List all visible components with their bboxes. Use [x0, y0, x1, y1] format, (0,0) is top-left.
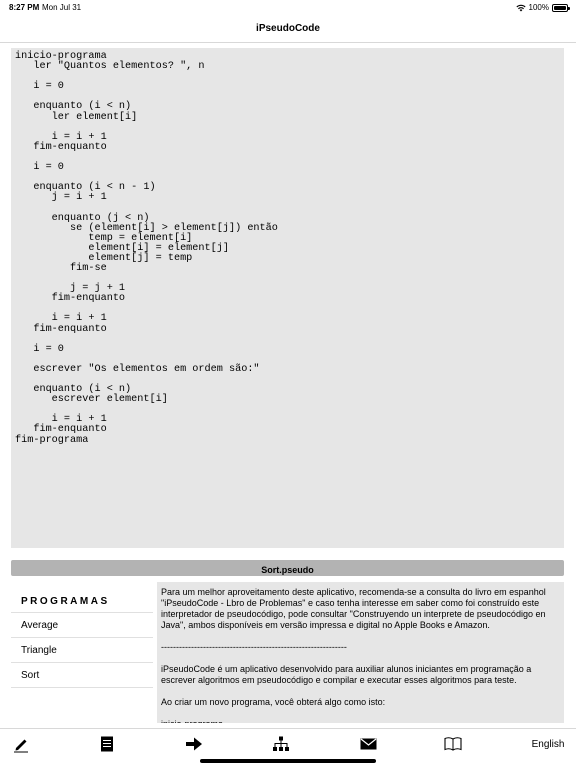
battery-percent: 100%: [528, 3, 549, 12]
status-time: 8:27 PM: [9, 3, 40, 12]
programs-list: PROGRAMAS Average Triangle Sort: [11, 584, 153, 723]
nav-bar: iPseudoCode: [0, 16, 576, 43]
code-text[interactable]: inicio-programa ler "Quantos elementos? …: [11, 48, 564, 446]
file-name-bar: Sort.pseudo: [11, 560, 564, 576]
edit-button[interactable]: [10, 735, 32, 753]
info-separator: ----------------------------------------…: [161, 642, 347, 652]
info-paragraph: inicio-programa: [161, 719, 560, 723]
program-item-sort[interactable]: Sort: [11, 663, 153, 688]
info-panel[interactable]: Para um melhor aproveitamento deste apli…: [157, 582, 564, 723]
language-button[interactable]: English: [525, 735, 571, 753]
hierarchy-icon: [273, 736, 289, 751]
mail-button[interactable]: [356, 735, 380, 753]
file-name: Sort.pseudo: [261, 565, 314, 575]
home-indicator: [200, 759, 376, 763]
run-button[interactable]: [182, 735, 206, 753]
book-icon: [444, 737, 462, 751]
wifi-icon: [515, 4, 526, 11]
bottom-toolbar: English: [0, 728, 576, 758]
structure-button[interactable]: [269, 735, 293, 753]
program-item-average[interactable]: Average: [11, 613, 153, 638]
envelope-icon: [360, 738, 376, 750]
arrow-right-icon: [186, 737, 202, 751]
info-paragraph: Para um melhor aproveitamento deste apli…: [161, 587, 546, 630]
battery-fill: [554, 5, 566, 10]
battery-icon: [552, 3, 570, 12]
program-item-triangle[interactable]: Triangle: [11, 638, 153, 663]
pencil-icon: [14, 739, 28, 753]
document-button[interactable]: [96, 735, 118, 753]
programs-header: PROGRAMAS: [11, 584, 153, 613]
book-button[interactable]: [441, 735, 465, 753]
status-right: 100%: [515, 3, 570, 12]
info-paragraph: iPseudoCode é um aplicativo desenvolvido…: [161, 664, 532, 685]
status-date: Mon Jul 31: [42, 3, 82, 12]
page-title: iPseudoCode: [256, 23, 320, 34]
code-editor[interactable]: inicio-programa ler "Quantos elementos? …: [11, 48, 564, 548]
document-icon: [101, 736, 113, 752]
info-paragraph: Ao criar um novo programa, você obterá a…: [161, 697, 386, 707]
status-bar: 8:27 PM Mon Jul 31 100%: [0, 0, 576, 16]
